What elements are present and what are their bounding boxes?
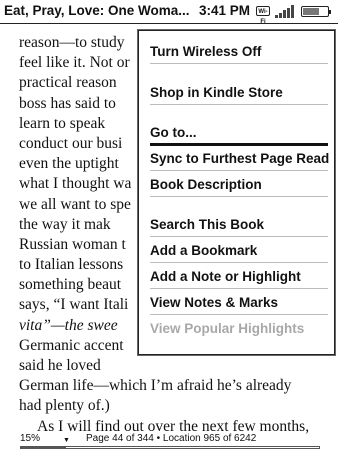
status-bar: Eat, Pray, Love: One Woma... 3:41 PM Wi-… [0,0,338,25]
menu-item-turn-wireless-off[interactable]: Turn Wireless Off [150,44,328,64]
menu-item-view-popular-highlights: View Popular Highlights [150,321,305,336]
progress-bar [20,446,320,449]
menu-item-view-notes-marks[interactable]: View Notes & Marks [150,295,328,315]
context-menu: Turn Wireless Off Shop in Kindle Store G… [138,30,335,355]
book-title: Eat, Pray, Love: One Woma... [4,3,190,18]
location-info: Page 44 of 344 • Location 965 of 6242 [86,433,257,444]
menu-item-book-description[interactable]: Book Description [150,177,328,197]
menu-item-add-bookmark[interactable]: Add a Bookmark [150,243,328,263]
caret-down-icon: ▼ [63,437,70,444]
page-line: said he loved [19,357,101,374]
clock: 3:41 PM [199,3,251,18]
progress-percent: 15% [20,433,41,444]
reading-footer: 15% ▼ Page 44 of 344 • Location 965 of 6… [0,428,338,450]
battery-level [303,8,320,15]
menu-item-go-to[interactable]: Go to... [150,125,328,146]
wifi-icon: Wi-Fi [256,6,270,25]
menu-item-sync-furthest-page[interactable]: Sync to Furthest Page Read [150,151,329,171]
menu-item-search-this-book[interactable]: Search This Book [150,217,328,237]
battery-icon [301,6,331,17]
page-line: had plenty of.) [19,397,110,415]
menu-item-shop-kindle-store[interactable]: Shop in Kindle Store [150,85,328,105]
page-line: German life—which I’m afraid he’s alread… [19,377,292,395]
progress-bar-fill [21,447,66,448]
signal-strength-icon [275,5,295,18]
menu-item-add-note-highlight[interactable]: Add a Note or Highlight [150,269,328,289]
